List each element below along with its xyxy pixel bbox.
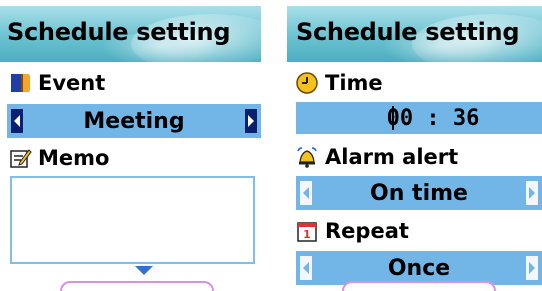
repeat-next-button[interactable] xyxy=(526,256,538,280)
repeat-label: Repeat xyxy=(325,219,409,243)
clock-icon xyxy=(295,71,319,95)
arrow-left-icon xyxy=(303,187,309,199)
memo-label-row: Memo xyxy=(8,143,109,173)
event-value: Meeting xyxy=(83,108,185,134)
arrow-left-icon xyxy=(14,115,20,127)
arrow-right-icon xyxy=(529,187,535,199)
arrow-right-icon xyxy=(529,262,535,274)
time-value: 00 : 36 xyxy=(386,105,480,131)
event-label-row: Event xyxy=(8,68,105,98)
alarm-label-row: Alarm alert xyxy=(295,142,458,172)
svg-text:1: 1 xyxy=(303,228,311,241)
event-prev-button[interactable] xyxy=(11,109,23,133)
memo-input[interactable] xyxy=(10,176,255,264)
book-icon xyxy=(8,71,32,95)
arrow-left-icon xyxy=(303,262,309,274)
alarm-prev-button[interactable] xyxy=(300,181,312,205)
title-bar: Schedule setting xyxy=(287,6,542,62)
event-label: Event xyxy=(38,71,106,95)
repeat-prev-button[interactable] xyxy=(300,256,312,280)
repeat-selector[interactable]: Once xyxy=(296,251,542,285)
calendar-icon: 1 xyxy=(295,219,319,243)
softkey-hint xyxy=(60,281,214,291)
bell-alarm-icon xyxy=(295,145,319,169)
repeat-label-row: 1 Repeat xyxy=(295,216,409,246)
time-label-row: Time xyxy=(295,68,383,98)
alarm-label: Alarm alert xyxy=(325,145,459,169)
arrow-right-icon xyxy=(248,115,254,127)
schedule-setting-screen-time: Schedule setting Time 00 : 36 Alarm aler… xyxy=(287,0,542,291)
alarm-selector[interactable]: On time xyxy=(296,176,542,210)
title-bar: Schedule setting xyxy=(0,6,261,62)
screen-title: Schedule setting xyxy=(7,18,231,46)
schedule-setting-screen-event: Schedule setting Event Meeting Memo xyxy=(0,0,261,291)
alarm-next-button[interactable] xyxy=(526,181,538,205)
memo-label: Memo xyxy=(38,146,110,170)
screen-title: Schedule setting xyxy=(296,18,520,46)
repeat-value: Once xyxy=(387,255,451,281)
event-next-button[interactable] xyxy=(245,109,257,133)
softkey-hint xyxy=(342,281,496,291)
alarm-value: On time xyxy=(370,180,468,206)
event-selector[interactable]: Meeting xyxy=(7,104,261,138)
memo-pencil-icon xyxy=(8,146,32,170)
time-input[interactable]: 00 : 36 xyxy=(296,102,542,134)
scroll-down-arrow-icon[interactable] xyxy=(135,266,153,275)
time-label: Time xyxy=(325,71,383,95)
